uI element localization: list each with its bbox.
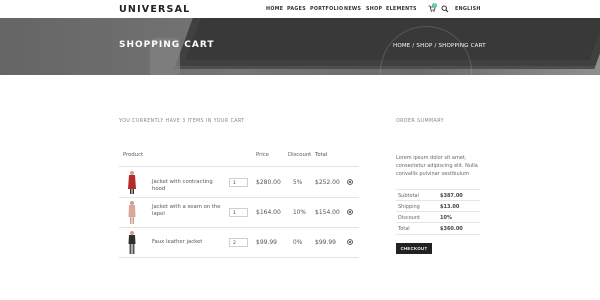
product-total: $252.00 <box>315 179 340 186</box>
product-name[interactable]: Jacket with contracting hood <box>152 179 227 193</box>
product-thumbnail[interactable] <box>125 170 139 195</box>
col-header-total: Total <box>315 152 328 158</box>
product-price: $164.00 <box>256 209 281 216</box>
breadcrumb[interactable]: HOME / SHOP / SHOPPING CART <box>393 43 486 49</box>
product-discount: 10% <box>293 210 306 216</box>
cart-count-badge: 3 <box>432 3 437 8</box>
summary-label: Subtotal <box>398 193 419 199</box>
product-name[interactable]: Faux leather jacket <box>152 239 227 246</box>
site-logo[interactable]: UNIVERSAL <box>119 4 190 15</box>
summary-value: $387.00 <box>440 193 463 199</box>
quantity-input[interactable]: 1 <box>229 178 248 187</box>
col-header-price: Price <box>256 152 269 158</box>
nav-item-portfolio[interactable]: PORTFOLIO <box>310 7 343 12</box>
cart-row: Faux leather jacket 2 $99.99 0% $99.99 <box>119 228 359 257</box>
cart-intro-text: YOU CURRENTLY HAVE 3 ITEMS IN YOUR CART <box>119 119 245 124</box>
summary-value: 10% <box>440 215 452 221</box>
checkout-button[interactable]: CHECKOUT <box>396 243 432 254</box>
page-title: SHOPPING CART <box>119 40 215 50</box>
summary-value: $360.00 <box>440 226 463 232</box>
product-total: $154.00 <box>315 209 340 216</box>
quantity-input[interactable]: 1 <box>229 208 248 217</box>
col-header-discount: Discount <box>288 152 312 158</box>
search-icon[interactable] <box>441 5 449 13</box>
top-navbar: UNIVERSAL HOME PAGES PORTFOLIO NEWS SHOP… <box>0 0 600 18</box>
order-summary-text: Lorem ipsum dolor sit amet, consectetur … <box>396 155 478 177</box>
summary-value: $13.00 <box>440 204 460 210</box>
nav-item-shop[interactable]: SHOP <box>366 7 382 12</box>
product-discount: 5% <box>293 180 303 186</box>
summary-label: Shipping <box>398 204 420 210</box>
summary-row-total: Total $360.00 <box>396 222 480 235</box>
remove-item-icon[interactable] <box>347 209 353 215</box>
quantity-input[interactable]: 2 <box>229 238 248 247</box>
page-hero: SHOPPING CART HOME / SHOP / SHOPPING CAR… <box>0 18 600 75</box>
nav-item-news[interactable]: NEWS <box>344 7 361 12</box>
product-name[interactable]: Jacket with a seam on the lapel <box>152 204 227 218</box>
product-total: $99.99 <box>315 239 336 246</box>
order-summary-heading: ORDER SUMMARY <box>396 119 444 124</box>
remove-item-icon[interactable] <box>347 179 353 185</box>
col-header-product: Product <box>123 152 144 158</box>
nav-item-pages[interactable]: PAGES <box>287 7 306 12</box>
language-selector[interactable]: ENGLISH <box>455 7 481 12</box>
nav-item-home[interactable]: HOME <box>266 7 283 12</box>
nav-item-elements[interactable]: ELEMENTS <box>386 7 417 12</box>
summary-label: Total <box>398 226 410 232</box>
product-price: $99.99 <box>256 239 277 246</box>
product-thumbnail[interactable] <box>125 200 139 225</box>
summary-label: Discount <box>398 215 420 221</box>
product-discount: 0% <box>293 240 303 246</box>
product-thumbnail[interactable] <box>125 230 139 255</box>
remove-item-icon[interactable] <box>347 239 353 245</box>
cart-row: Jacket with a seam on the lapel 1 $164.0… <box>119 198 359 227</box>
cart-row: Jacket with contracting hood 1 $280.00 5… <box>119 168 359 197</box>
product-price: $280.00 <box>256 179 281 186</box>
